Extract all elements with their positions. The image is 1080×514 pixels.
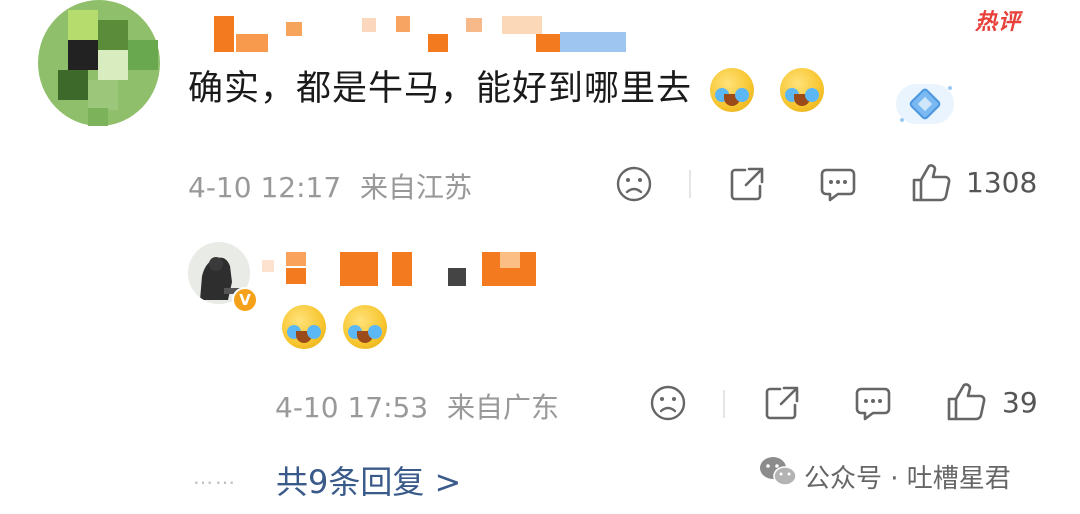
watermark-text: 公众号 · 吐槽星君 — [804, 464, 1011, 494]
reply-date: 4-10 17:53 — [275, 391, 429, 424]
comment-bubble-icon[interactable] — [818, 164, 858, 204]
username-censored[interactable] — [214, 16, 634, 56]
hot-comment-badge: 热评 — [975, 10, 1022, 35]
share-icon[interactable] — [727, 164, 767, 204]
verified-badge: V — [232, 287, 258, 313]
separator — [723, 390, 725, 418]
thumbs-up-icon[interactable] — [910, 162, 952, 204]
frown-face-icon[interactable] — [614, 164, 654, 204]
view-more-replies-link[interactable]: 共9条回复 > — [276, 457, 461, 503]
share-icon[interactable] — [762, 383, 802, 423]
comment-body: 确实，都是牛马，能好到哪里去 — [188, 69, 693, 109]
separator — [689, 170, 691, 198]
laugh-cry-emoji — [282, 305, 326, 349]
laugh-cry-emoji — [343, 305, 388, 349]
comment-text: 确实，都是牛马，能好到哪里去 — [188, 60, 825, 112]
comment-meta: 4-10 12:17 来自江苏 — [188, 166, 472, 206]
frown-face-icon[interactable] — [648, 383, 688, 423]
comment-date: 4-10 12:17 — [188, 171, 342, 204]
reply-username-censored[interactable] — [262, 250, 542, 290]
reply-text — [282, 305, 388, 349]
comment-location: 来自江苏 — [360, 171, 473, 204]
more-dots: …… — [193, 465, 237, 489]
laugh-cry-emoji — [780, 68, 825, 112]
wechat-logo-icon — [760, 457, 797, 486]
laugh-cry-emoji — [710, 68, 755, 112]
thumbs-up-icon[interactable] — [945, 381, 987, 423]
comment-bubble-icon[interactable] — [853, 383, 893, 423]
like-count: 1308 — [966, 166, 1038, 199]
reply-location: 来自广东 — [447, 391, 560, 424]
avatar[interactable] — [38, 0, 160, 126]
reply-meta: 4-10 17:53 来自广东 — [275, 386, 559, 426]
reply-like-count: 39 — [1002, 386, 1038, 419]
diamond-badge-icon — [896, 84, 954, 124]
